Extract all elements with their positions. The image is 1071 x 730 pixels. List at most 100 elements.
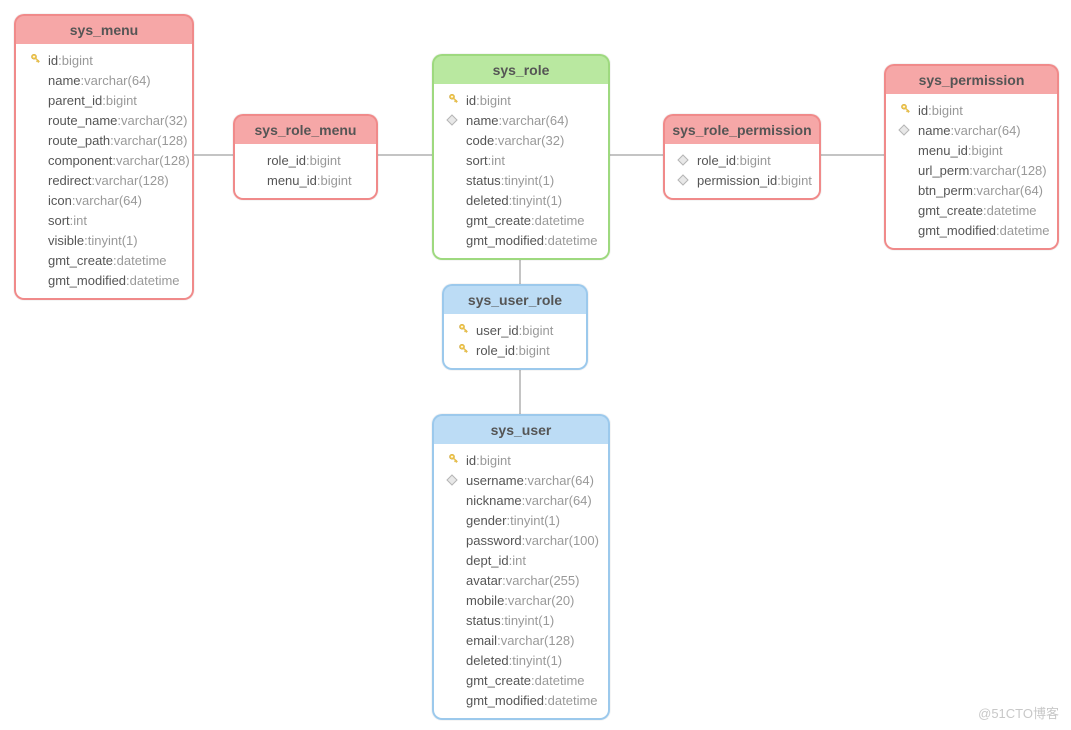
column-row[interactable]: id: bigint — [444, 90, 598, 110]
column-row[interactable]: icon: varchar(64) — [26, 190, 182, 210]
column-row[interactable]: code: varchar(32) — [444, 130, 598, 150]
table-sys_role[interactable]: sys_roleid: bigintname: varchar(64)code:… — [432, 54, 610, 260]
column-row[interactable]: password: varchar(100) — [444, 530, 598, 550]
table-title[interactable]: sys_menu — [14, 14, 194, 44]
column-type: datetime — [548, 693, 598, 708]
column-name: gmt_modified — [466, 693, 544, 708]
column-row[interactable]: gmt_create: datetime — [26, 250, 182, 270]
column-row[interactable]: visible: tinyint(1) — [26, 230, 182, 250]
table-sys_user[interactable]: sys_user id: bigintusername: varchar(64)n… — [432, 414, 610, 720]
column-row[interactable]: component: varchar(128) — [26, 150, 182, 170]
column-row[interactable]: btn_perm: varchar(64) — [896, 180, 1047, 200]
column-row[interactable]: gmt_modified: datetime — [444, 690, 598, 710]
column-row[interactable]: route_path: varchar(128) — [26, 130, 182, 150]
column-row[interactable]: sort: int — [26, 210, 182, 230]
column-row[interactable]: route_name: varchar(32) — [26, 110, 182, 130]
column-name: gmt_modified — [918, 223, 996, 238]
blank-icon — [896, 162, 912, 178]
column-row[interactable]: user_id: bigint — [454, 320, 576, 340]
blank-icon — [26, 172, 42, 188]
column-name: gmt_create — [48, 253, 113, 268]
column-type: varchar(100) — [525, 533, 599, 548]
column-row[interactable]: sort: int — [444, 150, 598, 170]
column-name: id — [918, 103, 928, 118]
column-row[interactable]: name: varchar(64) — [444, 110, 598, 130]
column-type: datetime — [535, 213, 585, 228]
column-name: avatar — [466, 573, 502, 588]
blank-icon — [444, 552, 460, 568]
column-type: bigint — [932, 103, 963, 118]
column-row[interactable]: status: tinyint(1) — [444, 610, 598, 630]
column-row[interactable]: menu_id: bigint — [896, 140, 1047, 160]
column-type: datetime — [117, 253, 167, 268]
table-body: id: bigintname: varchar(64)menu_id: bigi… — [884, 94, 1059, 250]
column-type: datetime — [535, 673, 585, 688]
table-sys_role_menu[interactable]: sys_role_menurole_id: bigintmenu_id: big… — [233, 114, 378, 200]
column-name: email — [466, 633, 497, 648]
table-sys_permission[interactable]: sys_permissionid: bigintname: varchar(64… — [884, 64, 1059, 250]
table-body: id: bigintname: varchar(64)parent_id: bi… — [14, 44, 194, 300]
column-row[interactable]: role_id: bigint — [245, 150, 366, 170]
column-row[interactable]: gmt_create: datetime — [896, 200, 1047, 220]
column-row[interactable]: parent_id: bigint — [26, 90, 182, 110]
column-row[interactable]: nickname: varchar(64) — [444, 490, 598, 510]
blank-icon — [26, 152, 42, 168]
column-row[interactable]: role_id: bigint — [675, 150, 809, 170]
column-name: permission_id — [697, 173, 777, 188]
column-type: bigint — [480, 93, 511, 108]
column-row[interactable]: dept_id: int — [444, 550, 598, 570]
column-name: name — [466, 113, 499, 128]
column-name: redirect — [48, 173, 91, 188]
column-name: user_id — [476, 323, 519, 338]
table-title[interactable]: sys_role_permission — [663, 114, 821, 144]
column-row[interactable]: redirect: varchar(128) — [26, 170, 182, 190]
table-title[interactable]: sys_user_role — [442, 284, 588, 314]
column-row[interactable]: id: bigint — [26, 50, 182, 70]
column-row[interactable]: mobile: varchar(20) — [444, 590, 598, 610]
table-title[interactable]: sys_user — [432, 414, 610, 444]
blank-icon — [444, 572, 460, 588]
column-row[interactable]: gmt_modified: datetime — [444, 230, 598, 250]
column-row[interactable]: avatar: varchar(255) — [444, 570, 598, 590]
column-row[interactable]: name: varchar(64) — [896, 120, 1047, 140]
column-type: bigint — [522, 323, 553, 338]
column-type: tinyint(1) — [504, 613, 554, 628]
column-row[interactable]: gender: tinyint(1) — [444, 510, 598, 530]
table-body: role_id: bigintpermission_id: bigint — [663, 144, 821, 200]
column-name: gmt_create — [466, 673, 531, 688]
key-icon — [454, 322, 470, 338]
table-sys_menu[interactable]: sys_menuid: bigintname: varchar(64)paren… — [14, 14, 194, 300]
blank-icon — [26, 192, 42, 208]
column-type: varchar(64) — [977, 183, 1043, 198]
column-row[interactable]: gmt_modified: datetime — [896, 220, 1047, 240]
column-row[interactable]: role_id: bigint — [454, 340, 576, 360]
column-row[interactable]: status: tinyint(1) — [444, 170, 598, 190]
table-sys_role_permission[interactable]: sys_role_permissionrole_id: bigintpermis… — [663, 114, 821, 200]
column-row[interactable]: gmt_modified: datetime — [26, 270, 182, 290]
column-row[interactable]: deleted: tinyint(1) — [444, 190, 598, 210]
column-type: varchar(128) — [973, 163, 1047, 178]
column-type: varchar(128) — [116, 153, 190, 168]
column-row[interactable]: permission_id: bigint — [675, 170, 809, 190]
table-title[interactable]: sys_role_menu — [233, 114, 378, 144]
er-diagram-canvas: sys_menuid: bigintname: varchar(64)paren… — [0, 0, 1071, 730]
column-row[interactable]: gmt_create: datetime — [444, 670, 598, 690]
blank-icon — [444, 692, 460, 708]
column-row[interactable]: url_perm: varchar(128) — [896, 160, 1047, 180]
table-title[interactable]: sys_permission — [884, 64, 1059, 94]
column-row[interactable]: id: bigint — [896, 100, 1047, 120]
table-sys_user_role[interactable]: sys_user_role user_id: bigintrole_id: big… — [442, 284, 588, 370]
column-row[interactable]: email: varchar(128) — [444, 630, 598, 650]
column-type: tinyint(1) — [512, 653, 562, 668]
column-name: parent_id — [48, 93, 102, 108]
column-row[interactable]: username: varchar(64) — [444, 470, 598, 490]
column-name: dept_id — [466, 553, 509, 568]
column-row[interactable]: menu_id: bigint — [245, 170, 366, 190]
table-title[interactable]: sys_role — [432, 54, 610, 84]
table-body: id: bigintname: varchar(64)code: varchar… — [432, 84, 610, 260]
table-body: role_id: bigintmenu_id: bigint — [233, 144, 378, 200]
column-row[interactable]: id: bigint — [444, 450, 598, 470]
column-row[interactable]: deleted: tinyint(1) — [444, 650, 598, 670]
column-row[interactable]: name: varchar(64) — [26, 70, 182, 90]
column-row[interactable]: gmt_create: datetime — [444, 210, 598, 230]
